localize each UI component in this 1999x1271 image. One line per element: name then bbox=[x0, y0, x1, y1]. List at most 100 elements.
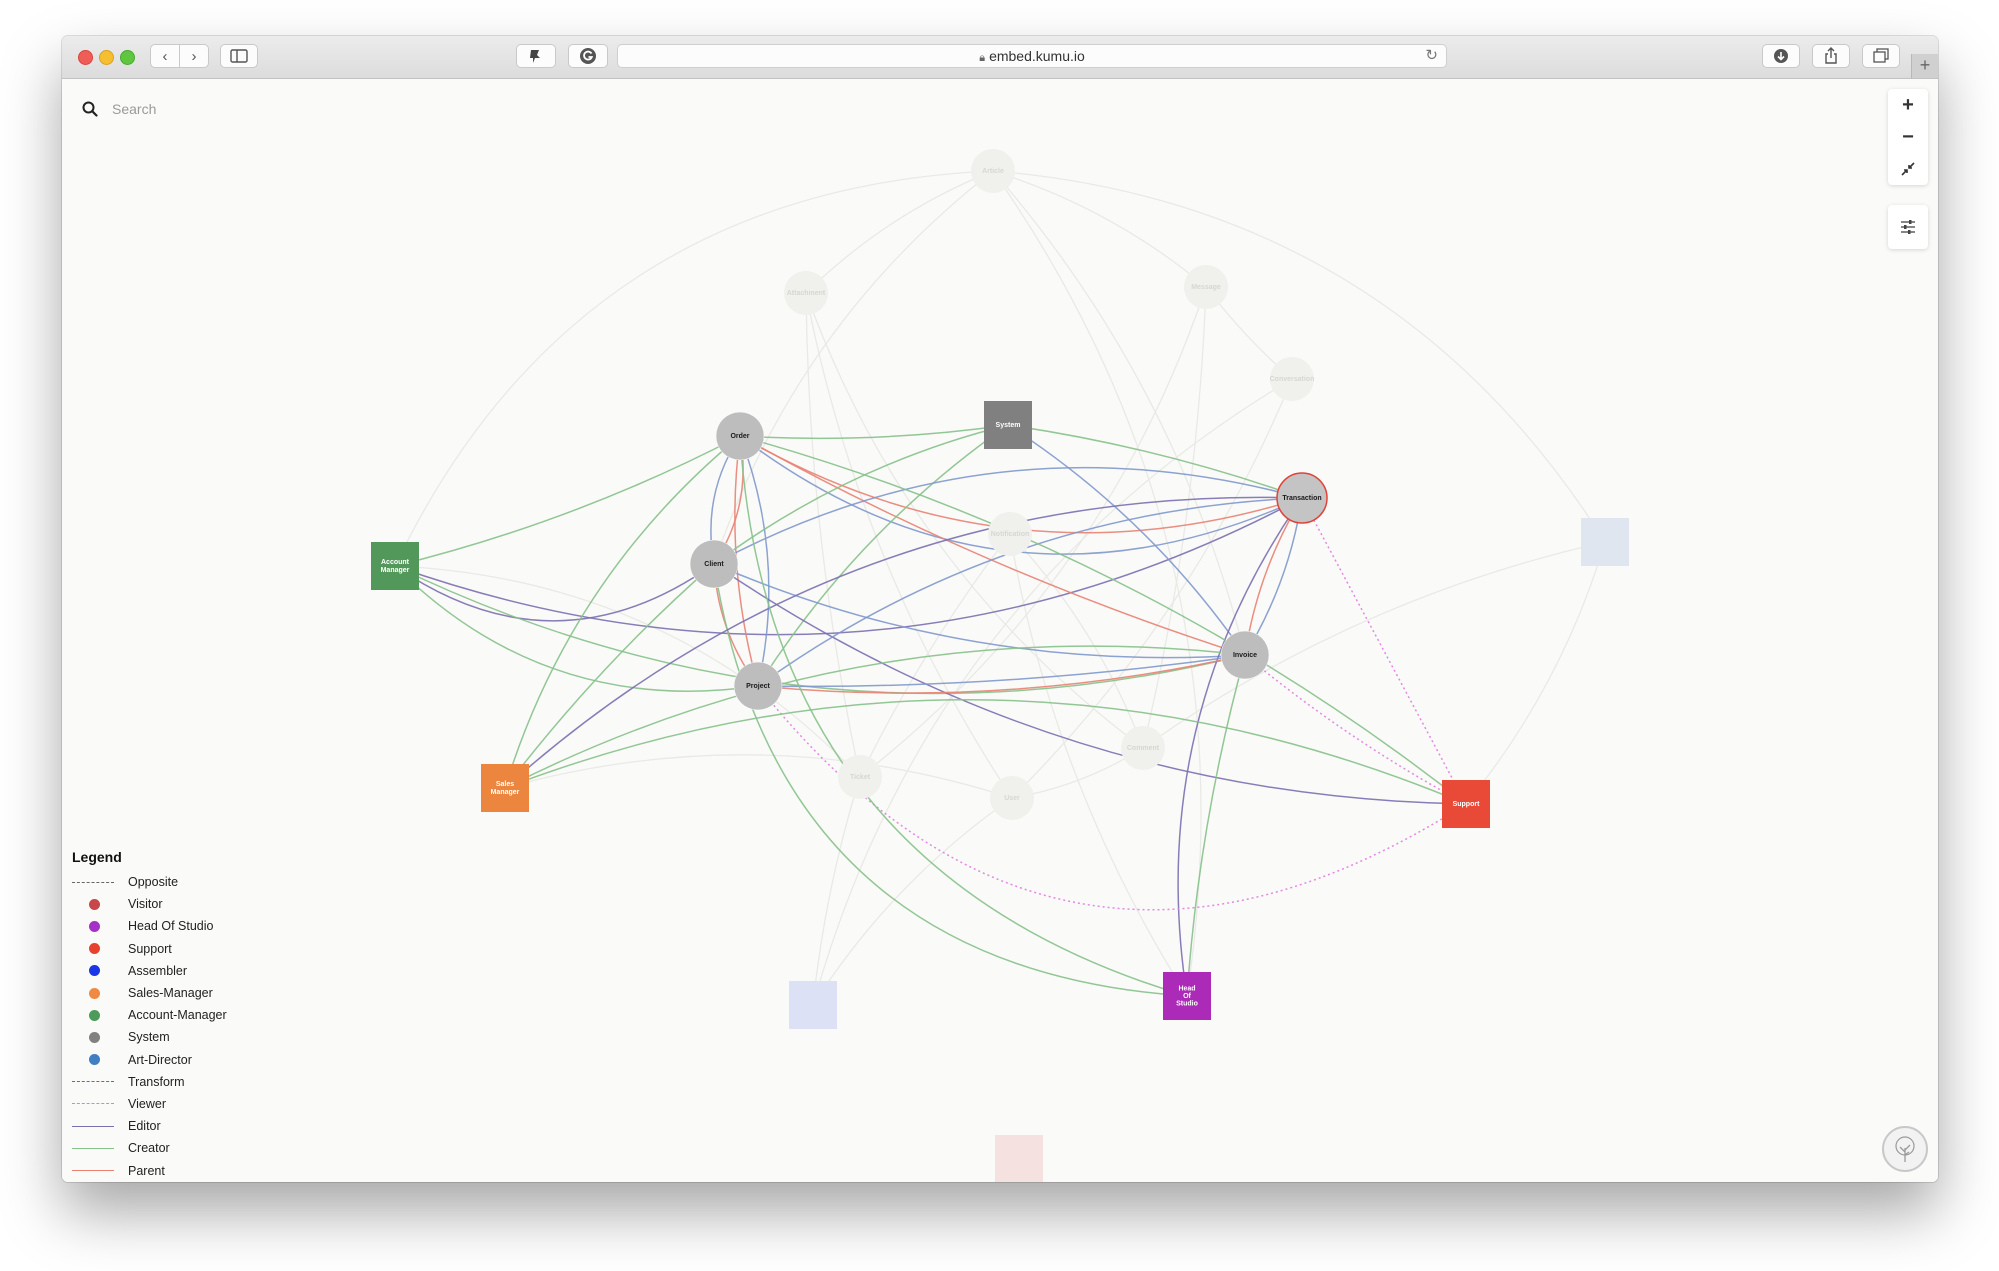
zoom-in-button[interactable]: + bbox=[1888, 89, 1928, 121]
creator-connection bbox=[504, 563, 715, 789]
element-order[interactable]: Order bbox=[715, 411, 765, 461]
legend-label: Support bbox=[128, 941, 172, 956]
network-graph[interactable]: Article Attachment Message Conversation Noti… bbox=[62, 79, 1938, 1182]
new-tab-button[interactable]: + bbox=[1911, 54, 1938, 78]
legend-symbol bbox=[72, 1009, 128, 1021]
faded-node-label: Message bbox=[1191, 284, 1221, 291]
legend-item: Account-Manager bbox=[72, 1004, 292, 1026]
creator-connection bbox=[504, 699, 1467, 805]
chevron-right-icon: › bbox=[191, 48, 197, 65]
element-transaction[interactable]: Transaction bbox=[1276, 472, 1328, 524]
element-project[interactable]: Project bbox=[733, 661, 783, 711]
legend-title: Legend bbox=[72, 849, 122, 865]
node-label: Order bbox=[730, 433, 749, 440]
extension-kumu-button[interactable] bbox=[516, 44, 556, 68]
sidebar-toggle-button[interactable] bbox=[220, 44, 258, 68]
creator-connection bbox=[739, 435, 1467, 805]
faded-connection bbox=[1009, 533, 1144, 749]
legend-line bbox=[72, 1081, 114, 1083]
faded-node-square bbox=[1581, 518, 1629, 566]
legend-item: Support bbox=[72, 938, 292, 960]
faded-element-notification: Notification bbox=[988, 512, 1032, 556]
faded-node-label: User bbox=[1004, 795, 1020, 802]
legend-line bbox=[72, 1147, 114, 1149]
legend: Legend Opposite Visitor Head Of Studio Supp… bbox=[72, 849, 292, 1182]
faded-node-label: Attachment bbox=[787, 290, 826, 297]
element-account-manager[interactable]: Account Manager bbox=[371, 542, 419, 590]
node-label: System bbox=[996, 422, 1021, 429]
legend-dot bbox=[89, 1009, 100, 1021]
search-input[interactable] bbox=[110, 100, 314, 118]
grammarly-icon bbox=[580, 48, 596, 64]
legend-label: Viewer bbox=[128, 1096, 166, 1111]
legend-dot bbox=[89, 920, 100, 932]
legend-item: Assembler bbox=[72, 960, 292, 982]
reload-icon[interactable]: ↻ bbox=[1425, 45, 1438, 67]
legend-label: Transform bbox=[128, 1074, 185, 1089]
tabs-overview-button[interactable] bbox=[1862, 44, 1900, 68]
faded-element-faded-square-3 bbox=[995, 1135, 1043, 1182]
legend-dot bbox=[89, 1054, 100, 1066]
zoom-out-button[interactable]: − bbox=[1888, 121, 1928, 153]
minimize-window-button[interactable] bbox=[99, 50, 114, 65]
faded-element-ticket: Ticket bbox=[838, 755, 882, 799]
faded-element-faded-square-2 bbox=[789, 981, 837, 1029]
faded-connection bbox=[1142, 286, 1207, 749]
legend-item: Viewer bbox=[72, 1093, 292, 1115]
faded-node-label: Ticket bbox=[850, 774, 871, 781]
downloads-button[interactable] bbox=[1762, 44, 1800, 68]
creator-connection bbox=[394, 435, 741, 567]
faded-element-user: User bbox=[990, 776, 1034, 820]
faded-element-conversation: Conversation bbox=[1270, 357, 1315, 401]
element-sales-manager[interactable]: Sales Manager bbox=[481, 764, 529, 812]
faded-connection bbox=[859, 286, 1207, 778]
legend-label: Head Of Studio bbox=[128, 919, 214, 934]
creator-connection bbox=[739, 435, 1188, 997]
pin-icon bbox=[530, 50, 540, 63]
share-button[interactable] bbox=[1812, 44, 1850, 68]
address-text: embed.kumu.io bbox=[989, 48, 1085, 64]
search-bar[interactable] bbox=[82, 97, 314, 121]
legend-dot bbox=[89, 898, 100, 910]
viewer-connection bbox=[1301, 497, 1467, 805]
legend-symbol bbox=[72, 898, 128, 910]
extension-grammarly-button[interactable] bbox=[568, 44, 608, 68]
kumu-map-canvas[interactable]: Article Attachment Message Conversation Noti… bbox=[62, 79, 1938, 1182]
forward-button[interactable]: › bbox=[179, 44, 209, 68]
legend-item: Visitor bbox=[72, 893, 292, 915]
legend-label: Sales-Manager bbox=[128, 986, 213, 1001]
zoom-controls: + − bbox=[1888, 89, 1928, 185]
viewer-connection bbox=[1244, 654, 1467, 805]
legend-symbol bbox=[72, 1147, 128, 1149]
address-bar[interactable]: 🔒︎ embed.kumu.io ↻ bbox=[617, 44, 1447, 68]
element-client[interactable]: Client bbox=[689, 539, 739, 589]
element-head-of-studio[interactable]: Head Of Studio bbox=[1163, 972, 1211, 1020]
maximize-window-button[interactable] bbox=[120, 50, 135, 65]
faded-connection bbox=[992, 170, 1207, 288]
legend-item: Sales-Manager bbox=[72, 982, 292, 1004]
close-window-button[interactable] bbox=[78, 50, 93, 65]
settings-button[interactable] bbox=[1888, 205, 1928, 249]
faded-element-attachment: Attachment bbox=[784, 271, 828, 315]
element-invoice[interactable]: Invoice bbox=[1220, 630, 1270, 680]
legend-symbol bbox=[72, 1125, 128, 1127]
element-support[interactable]: Support bbox=[1442, 780, 1490, 828]
element-system[interactable]: System bbox=[984, 401, 1032, 449]
legend-symbol bbox=[72, 1081, 128, 1083]
faded-node-label: Conversation bbox=[1270, 376, 1315, 383]
legend-item: Parent bbox=[72, 1159, 292, 1181]
legend-line bbox=[72, 1170, 114, 1172]
faded-connection bbox=[992, 170, 1202, 997]
faded-node-square bbox=[789, 981, 837, 1029]
tabs-icon bbox=[1873, 48, 1889, 63]
legend-label: Account-Manager bbox=[128, 1008, 227, 1023]
compress-arrows-icon bbox=[1901, 162, 1915, 176]
fit-to-screen-button[interactable] bbox=[1888, 153, 1928, 185]
back-button[interactable]: ‹ bbox=[150, 44, 180, 68]
node-label: Client bbox=[704, 561, 724, 568]
parent-connection bbox=[734, 435, 759, 687]
kumu-logo[interactable] bbox=[1882, 1126, 1928, 1172]
legend-line bbox=[72, 881, 114, 883]
link-connection bbox=[739, 435, 770, 687]
legend-line bbox=[72, 1125, 114, 1127]
